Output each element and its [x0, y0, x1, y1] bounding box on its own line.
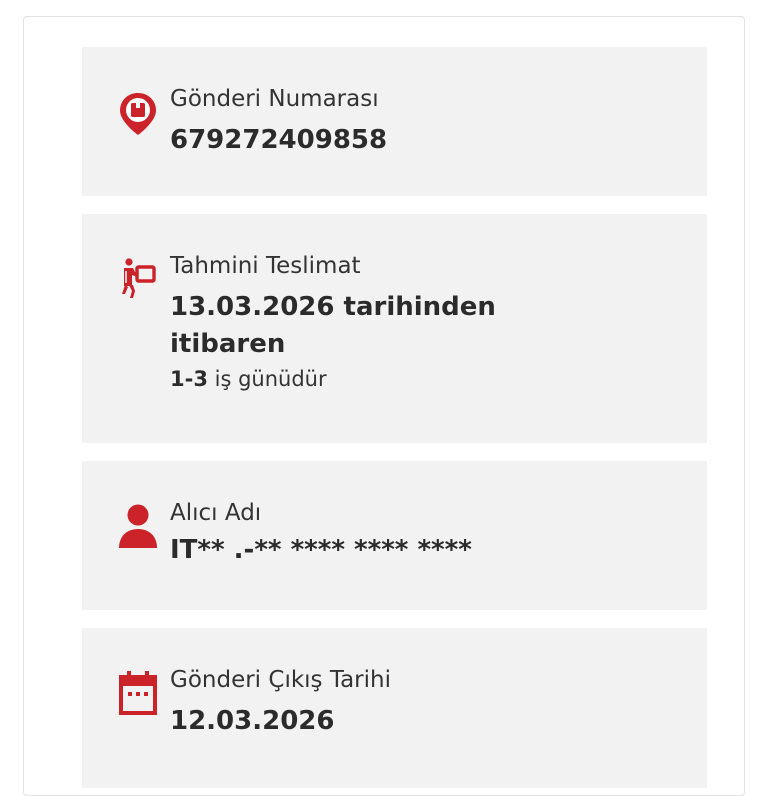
recipient-name-value: IT** .-** **** **** **** — [170, 535, 472, 565]
estimated-delivery-card: Tahmini Teslimat 13.03.2026 tarihinden i… — [82, 214, 707, 443]
recipient-label: Alıcı Adı — [170, 500, 262, 526]
dispatch-date-value: 12.03.2026 — [170, 706, 335, 736]
person-icon — [118, 503, 158, 548]
recipient-card: Alıcı Adı IT** .-** **** **** **** — [82, 461, 707, 610]
shipment-number-card: Gönderi Numarası 679272409858 — [82, 47, 707, 196]
estimated-delivery-date: 13.03.2026 tarihinden — [170, 292, 496, 322]
calendar-icon — [118, 670, 158, 715]
shipment-number-value: 679272409858 — [170, 125, 388, 155]
delivery-duration-text: iş günüdür — [207, 367, 327, 391]
dispatch-date-card: Gönderi Çıkış Tarihi 12.03.2026 — [82, 628, 707, 788]
delivery-duration: 1-3 iş günüdür — [170, 363, 687, 395]
estimated-delivery-label: Tahmini Teslimat — [170, 253, 361, 279]
shipment-number-label: Gönderi Numarası — [170, 86, 379, 112]
courier-icon — [118, 256, 158, 300]
package-pin-icon — [118, 91, 158, 135]
delivery-duration-days: 1-3 — [170, 367, 208, 391]
dispatch-date-label: Gönderi Çıkış Tarihi — [170, 667, 391, 693]
estimated-delivery-date-suffix: itibaren — [170, 329, 286, 359]
